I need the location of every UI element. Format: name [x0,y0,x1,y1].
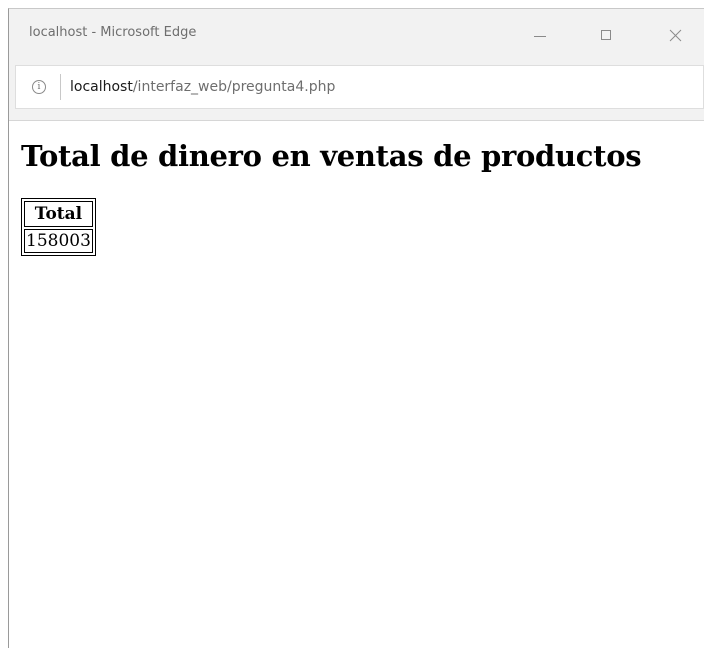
minimize-button[interactable] [517,9,563,61]
column-header-total: Total [24,201,93,227]
table-row: 158003 [24,229,93,253]
table-header-row: Total [24,201,93,227]
url-field[interactable]: i localhost/interfaz_web/pregunta4.php [15,65,704,109]
maximize-button[interactable] [583,9,629,61]
page-content: Total de dinero en ventas de productos T… [9,121,704,648]
window-title: localhost - Microsoft Edge [29,25,197,40]
url-host: localhost [70,79,133,95]
minimize-icon [534,35,546,37]
close-icon [669,29,681,41]
url-divider [60,74,61,100]
close-button[interactable] [652,9,698,61]
table-cell-total: 158003 [24,229,93,253]
info-icon[interactable]: i [32,80,46,94]
url-path: /interfaz_web/pregunta4.php [132,79,336,95]
results-table: Total 158003 [21,198,96,256]
address-bar: i localhost/interfaz_web/pregunta4.php [9,61,704,121]
page-title: Total de dinero en ventas de productos [21,139,642,173]
maximize-icon [601,30,611,40]
browser-window: localhost - Microsoft Edge i localhost/i… [8,8,704,648]
title-bar: localhost - Microsoft Edge [9,9,704,61]
